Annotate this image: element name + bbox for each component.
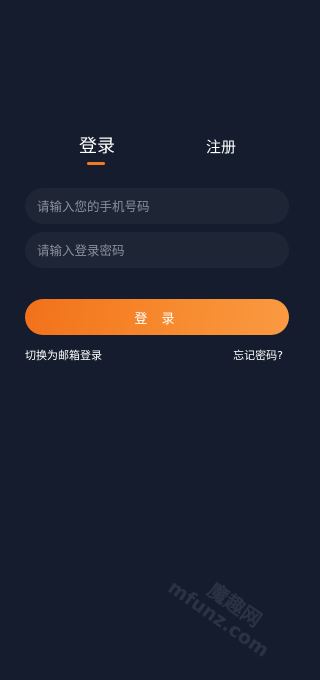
active-tab-indicator — [87, 162, 105, 165]
password-input[interactable] — [25, 232, 289, 268]
watermark: 魔趣网 mfunz.com — [164, 560, 310, 680]
login-button[interactable]: 登 录 — [25, 299, 289, 335]
tab-login[interactable]: 登录 — [79, 132, 115, 158]
switch-to-email-login-link[interactable]: 切换为邮箱登录 — [25, 347, 102, 363]
phone-input[interactable] — [25, 188, 289, 224]
forgot-password-link[interactable]: 忘记密码? — [233, 347, 283, 363]
login-tabs: 登录 注册 — [0, 132, 314, 172]
tab-register[interactable]: 注册 — [206, 136, 236, 157]
